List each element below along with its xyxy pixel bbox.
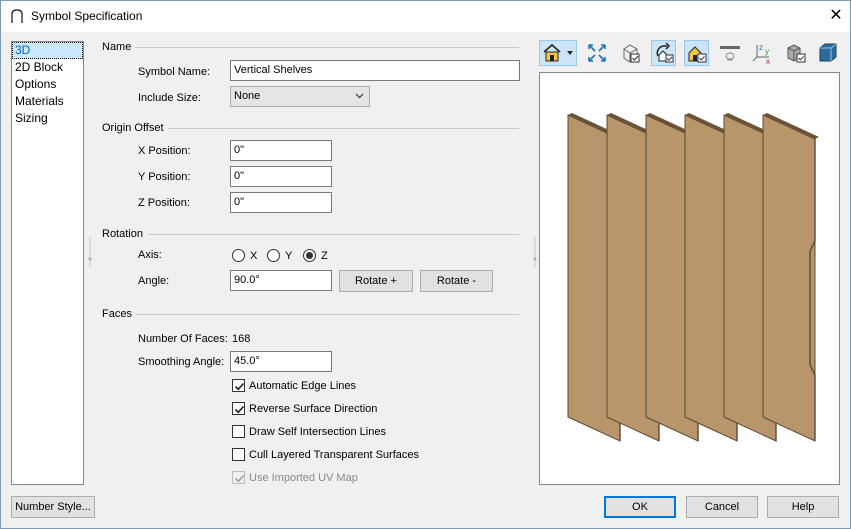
help-button[interactable]: Help	[767, 496, 839, 518]
title-bar: Symbol Specification ✕	[1, 1, 850, 32]
show-origin-icon	[688, 46, 706, 63]
cube-view-button[interactable]	[815, 40, 840, 66]
axes-button[interactable]: z y x	[749, 40, 774, 66]
cull-layered-transparent-surfaces-checkbox[interactable]	[232, 448, 245, 461]
app-arch-icon	[11, 9, 23, 23]
axis-y-radio[interactable]	[267, 249, 280, 262]
nav-item-materials[interactable]: Materials	[12, 93, 83, 110]
axis-x-label: X	[250, 250, 258, 262]
fit-view-button[interactable]	[584, 40, 609, 66]
number-of-faces-value: 168	[232, 333, 251, 345]
render-mode-button[interactable]	[539, 40, 577, 66]
z-position-input[interactable]: 0"	[230, 192, 332, 213]
automatic-edge-lines-checkbox[interactable]	[232, 379, 245, 392]
number-of-faces-label: Number Of Faces:	[138, 333, 228, 345]
angle-input[interactable]: 90.0°	[230, 270, 332, 291]
include-size-dropdown[interactable]: None	[230, 86, 370, 107]
origin-divider	[168, 128, 519, 129]
y-position-label: Y Position:	[138, 171, 191, 183]
right-splitter-handle[interactable]	[532, 237, 538, 267]
checkmark-icon	[234, 382, 245, 391]
include-size-value: None	[234, 90, 261, 102]
symbol-name-label: Symbol Name:	[138, 66, 211, 78]
use-imported-uv-map-label: Use Imported UV Map	[249, 472, 358, 484]
checkmark-icon	[234, 405, 245, 414]
window-title: Symbol Specification	[31, 9, 143, 23]
automatic-edge-lines-label: Automatic Edge Lines	[249, 380, 357, 392]
axis-label: Axis:	[138, 249, 162, 261]
checkmark-icon	[234, 474, 245, 483]
ok-button[interactable]: OK	[604, 496, 676, 518]
rotate-view-button[interactable]	[651, 40, 676, 66]
category-list: 3D 2D Block Options Materials Sizing	[11, 41, 84, 485]
rotation-heading: Rotation	[102, 228, 143, 240]
axes-icon: z y x	[752, 43, 770, 65]
boxed-view-button[interactable]	[783, 40, 808, 66]
axis-x-radio[interactable]	[232, 249, 245, 262]
show-origin-button[interactable]	[684, 40, 709, 66]
shelf-panel	[762, 113, 819, 442]
render-mode-icon	[543, 43, 573, 62]
3d-preview-pane[interactable]	[539, 72, 840, 485]
axis-x-letter: x	[766, 57, 770, 65]
axis-z-radio[interactable]	[303, 249, 316, 262]
boxed-view-icon	[787, 44, 805, 63]
floor-plane-icon	[719, 46, 740, 61]
reverse-surface-direction-checkbox[interactable]	[232, 402, 245, 415]
vertical-shelves-model	[567, 113, 819, 442]
wireframe-icon	[623, 44, 639, 63]
chevron-down-icon	[355, 93, 364, 99]
rotate-view-icon	[656, 42, 673, 63]
rotation-divider	[149, 234, 519, 235]
nav-item-options[interactable]: Options	[12, 76, 83, 93]
symbol-name-input[interactable]: Vertical Shelves	[230, 60, 520, 81]
include-size-label: Include Size:	[138, 92, 201, 104]
rotate-minus-button[interactable]: Rotate -	[420, 270, 493, 292]
cull-layered-transparent-surfaces-label: Cull Layered Transparent Surfaces	[249, 449, 419, 461]
axis-z-label: Z	[321, 250, 328, 262]
y-position-input[interactable]: 0"	[230, 166, 332, 187]
draw-self-intersection-lines-checkbox[interactable]	[232, 425, 245, 438]
axis-y-letter: y	[765, 47, 769, 56]
dialog-window: Symbol Specification ✕ 3D 2D Block Optio…	[0, 0, 851, 529]
nav-item-3d[interactable]: 3D	[12, 42, 83, 59]
cancel-button[interactable]: Cancel	[686, 496, 758, 518]
nav-item-2d-block[interactable]: 2D Block	[12, 59, 83, 76]
rotate-plus-button[interactable]: Rotate +	[339, 270, 413, 292]
draw-self-intersection-lines-label: Draw Self Intersection Lines	[249, 426, 386, 438]
use-imported-uv-map-checkbox	[232, 471, 245, 484]
z-position-label: Z Position:	[138, 197, 190, 209]
number-style-button[interactable]: Number Style...	[11, 496, 95, 518]
smoothing-angle-label: Smoothing Angle:	[138, 356, 225, 368]
fit-view-icon	[587, 44, 606, 62]
angle-label: Angle:	[138, 275, 170, 287]
wireframe-button[interactable]	[618, 40, 643, 66]
close-button[interactable]: ✕	[821, 5, 851, 27]
x-position-input[interactable]: 0"	[230, 140, 332, 161]
origin-heading: Origin Offset	[102, 122, 164, 134]
reverse-surface-direction-label: Reverse Surface Direction	[249, 403, 378, 415]
left-splitter-handle[interactable]	[87, 237, 93, 267]
axis-z-letter: z	[759, 43, 763, 52]
faces-divider	[136, 314, 519, 315]
cube-view-icon	[819, 43, 836, 62]
floor-plane-button[interactable]	[717, 40, 742, 66]
x-position-label: X Position:	[138, 145, 191, 157]
nav-item-sizing[interactable]: Sizing	[12, 110, 83, 127]
name-heading: Name	[102, 41, 132, 53]
axis-y-label: Y	[285, 250, 293, 262]
name-divider	[135, 47, 519, 48]
faces-heading: Faces	[102, 308, 132, 320]
smoothing-angle-input[interactable]: 45.0°	[230, 351, 332, 372]
